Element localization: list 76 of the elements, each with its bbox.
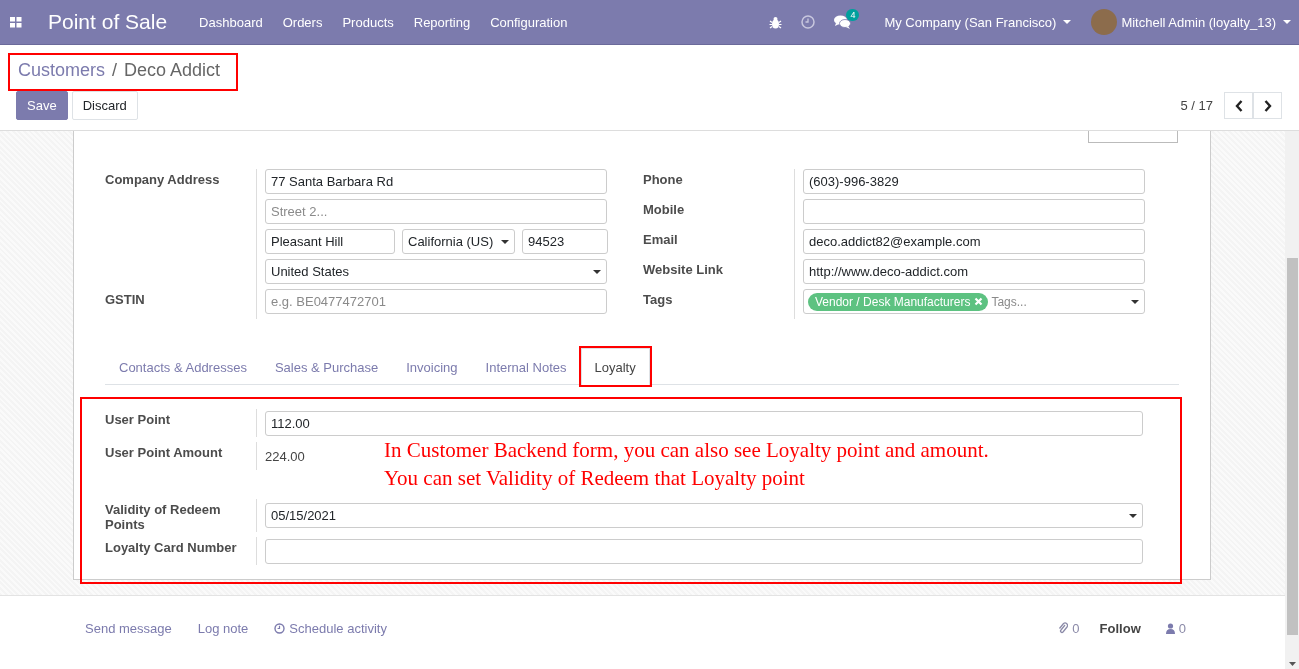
attachment-count: 0 bbox=[1072, 620, 1080, 636]
input-field[interactable]: http://www.deco-addict.com bbox=[803, 259, 1145, 284]
tab[interactable]: Sales & Purchase bbox=[260, 348, 393, 385]
menu-item[interactable]: Reporting bbox=[403, 14, 481, 30]
stat-button[interactable] bbox=[1088, 131, 1178, 143]
close-icon[interactable] bbox=[974, 297, 984, 306]
company-switcher[interactable]: My Company (San Francisco) bbox=[884, 14, 1057, 30]
tag: Vendor / Desk Manufacturers bbox=[808, 292, 989, 311]
breadcrumb-current: Deco Addict bbox=[124, 60, 221, 81]
field-label: Email bbox=[643, 231, 679, 249]
tab[interactable]: Contacts & Addresses bbox=[105, 348, 261, 385]
field-label: User Point Amount bbox=[105, 444, 224, 462]
next-button[interactable] bbox=[1253, 92, 1282, 119]
paperclip-icon[interactable] bbox=[1058, 622, 1069, 634]
scrollbar[interactable] bbox=[1285, 131, 1299, 669]
caret-icon bbox=[1063, 20, 1072, 24]
input-field[interactable]: Street 2... bbox=[265, 199, 607, 224]
tab[interactable]: Loyalty bbox=[580, 348, 650, 385]
chatter-link[interactable]: Send message bbox=[85, 620, 172, 636]
schedule-activity-link[interactable]: Schedule activity bbox=[274, 620, 387, 636]
field-label: GSTIN bbox=[105, 291, 146, 309]
field-label: User Point bbox=[105, 411, 171, 429]
input-field[interactable]: 94523 bbox=[522, 229, 608, 254]
field-label: Mobile bbox=[643, 201, 686, 219]
menu-item[interactable]: Products bbox=[332, 14, 404, 30]
input-field[interactable]: (603)-996-3829 bbox=[803, 169, 1145, 194]
menu-item[interactable]: Configuration bbox=[480, 14, 578, 30]
follower-count: 0 bbox=[1178, 620, 1186, 636]
scroll-down-icon[interactable] bbox=[1288, 662, 1296, 666]
save-button[interactable]: Save bbox=[16, 91, 68, 120]
avatar bbox=[1091, 9, 1118, 35]
input-field[interactable]: e.g. BE0477472701 bbox=[265, 289, 607, 314]
input-field[interactable]: Pleasant Hill bbox=[265, 229, 395, 254]
field-label: Website Link bbox=[643, 261, 724, 279]
field-label: Phone bbox=[643, 171, 684, 189]
tab[interactable]: Internal Notes bbox=[471, 348, 581, 385]
input-field[interactable]: 112.00 bbox=[265, 410, 1143, 436]
chatter-link[interactable]: Log note bbox=[197, 620, 249, 636]
field-label: Tags bbox=[643, 291, 674, 309]
tags-placeholder: Tags... bbox=[991, 294, 1027, 309]
message-count-badge: 4 bbox=[846, 9, 860, 21]
user-menu[interactable]: Mitchell Admin (loyalty_13) bbox=[1121, 14, 1276, 30]
app-title: Point of Sale bbox=[48, 10, 168, 34]
annotation-text: In Customer Backend form, you can also see Loyalty point and amount. bbox=[384, 439, 989, 462]
field-label: Company Address bbox=[105, 171, 221, 189]
field-label: Loyalty Card Number bbox=[105, 539, 238, 557]
scrollbar-thumb[interactable] bbox=[1287, 258, 1298, 635]
chevron-right-icon bbox=[1263, 99, 1272, 112]
input-field[interactable] bbox=[265, 538, 1143, 564]
breadcrumb-link[interactable]: Customers bbox=[18, 60, 106, 81]
caret-icon bbox=[1283, 20, 1291, 24]
follow-button[interactable]: Follow bbox=[1099, 620, 1141, 636]
chat-bubbles-icon[interactable] bbox=[834, 15, 852, 29]
annotation-text: You can set Validity of Redeem that Loyalty point bbox=[384, 467, 805, 490]
tab[interactable]: Invoicing bbox=[392, 348, 472, 385]
pager-value: 5 / 17 bbox=[1180, 98, 1213, 113]
tags-field[interactable]: Vendor / Desk Manufacturers Tags... bbox=[803, 289, 1145, 314]
clock-icon bbox=[274, 622, 286, 634]
discard-button[interactable]: Discard bbox=[71, 91, 138, 120]
date-field[interactable]: 05/15/2021 bbox=[265, 503, 1143, 528]
field-value: 224.00 bbox=[265, 448, 305, 464]
person-icon[interactable] bbox=[1165, 622, 1175, 634]
select-field[interactable]: United States bbox=[265, 259, 607, 284]
apps-grid-icon[interactable] bbox=[10, 16, 22, 28]
input-field[interactable]: 77 Santa Barbara Rd bbox=[265, 169, 607, 194]
input-field[interactable] bbox=[803, 199, 1145, 224]
clock-icon[interactable] bbox=[801, 15, 816, 29]
breadcrumb-separator: / bbox=[112, 60, 118, 81]
field-label: Validity of Redeem Points bbox=[105, 501, 222, 532]
select-field[interactable]: California (US) bbox=[402, 229, 515, 254]
input-field[interactable]: deco.addict82@example.com bbox=[803, 229, 1145, 254]
chevron-left-icon bbox=[1234, 99, 1243, 112]
menu-item[interactable]: Dashboard bbox=[189, 14, 273, 30]
bug-icon[interactable] bbox=[769, 15, 783, 29]
previous-button[interactable] bbox=[1224, 92, 1253, 119]
menu-item[interactable]: Orders bbox=[272, 14, 333, 30]
